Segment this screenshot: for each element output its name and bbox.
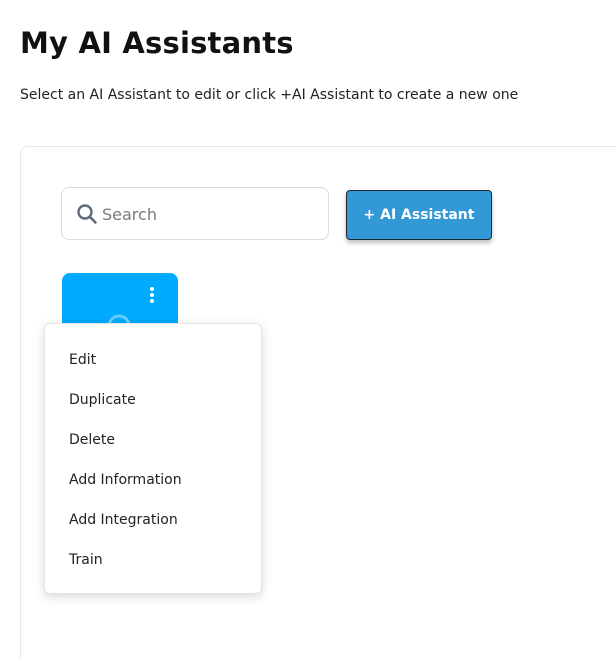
search-box[interactable] bbox=[61, 187, 329, 240]
page: My AI Assistants Select an AI Assistant … bbox=[0, 0, 615, 659]
menu-item-add-integration[interactable]: Add Integration bbox=[45, 500, 261, 540]
search-input[interactable] bbox=[102, 200, 312, 228]
search-icon bbox=[76, 203, 98, 225]
menu-item-train[interactable]: Train bbox=[45, 540, 261, 580]
menu-item-edit[interactable]: Edit bbox=[45, 340, 261, 380]
add-ai-assistant-button[interactable]: + AI Assistant bbox=[346, 190, 492, 240]
kebab-menu-icon[interactable] bbox=[144, 285, 160, 309]
page-subtitle: Select an AI Assistant to edit or click … bbox=[20, 87, 519, 103]
menu-item-delete[interactable]: Delete bbox=[45, 420, 261, 460]
page-title: My AI Assistants bbox=[20, 26, 294, 60]
menu-item-duplicate[interactable]: Duplicate bbox=[45, 380, 261, 420]
context-menu: Edit Duplicate Delete Add Information Ad… bbox=[44, 323, 262, 594]
menu-item-add-information[interactable]: Add Information bbox=[45, 460, 261, 500]
